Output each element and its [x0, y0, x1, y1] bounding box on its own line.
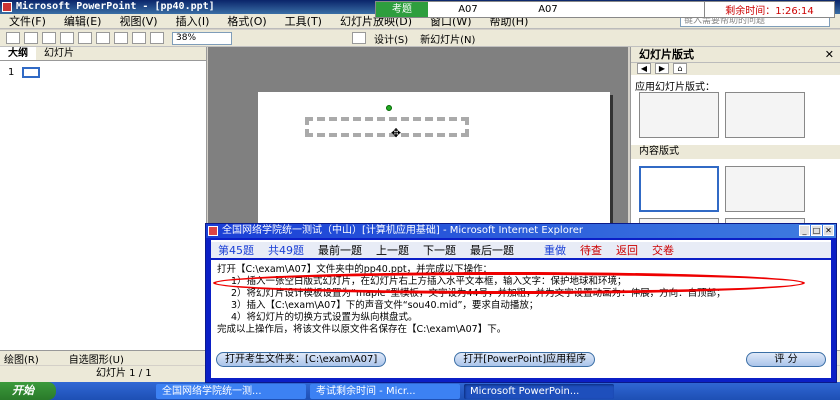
- save-icon[interactable]: [42, 32, 56, 44]
- maximize-icon[interactable]: □: [811, 225, 822, 236]
- menu-format[interactable]: 格式(O): [218, 13, 275, 29]
- menu-file[interactable]: 文件(F): [0, 13, 55, 29]
- tab-slides[interactable]: 幻灯片: [36, 47, 82, 60]
- minimize-icon[interactable]: _: [799, 225, 810, 236]
- question-nav: 第45题 共49题 最前一题 上一题 下一题 最后一题 重做 待查 返回 交卷: [211, 240, 831, 258]
- design-button[interactable]: 设计(S): [374, 31, 408, 46]
- draw-menu[interactable]: 绘图(R): [4, 351, 39, 366]
- highlight-ellipse: [213, 272, 805, 294]
- exam-info-bar: 考题 A07 A07 剩余时间：1:26:14: [375, 1, 835, 18]
- forward-icon[interactable]: ▶: [655, 63, 669, 74]
- back-button[interactable]: 返回: [609, 242, 645, 258]
- taskbar: 开始 全国网络学院统一测... 考试剩余时间 - Micr... Microso…: [0, 382, 840, 400]
- move-cursor-icon: ✥: [391, 126, 402, 140]
- first-question-button[interactable]: 最前一题: [311, 242, 369, 258]
- layout-option[interactable]: [639, 92, 719, 138]
- task-4: 4）将幻灯片的切换方式设置为纵向棋盘式。: [231, 312, 418, 323]
- powerpoint-icon: [2, 2, 12, 12]
- exam-id-2: A07: [538, 4, 558, 15]
- redo-button[interactable]: 重做: [537, 242, 573, 258]
- prev-question-button[interactable]: 上一题: [369, 242, 416, 258]
- undo-icon[interactable]: [114, 32, 128, 44]
- next-question-button[interactable]: 下一题: [416, 242, 463, 258]
- help-icon[interactable]: [352, 32, 366, 44]
- content-layout-header: 内容版式: [631, 145, 840, 159]
- question-current: 第45题: [218, 244, 254, 257]
- open-app-button[interactable]: 打开[PowerPoint]应用程序: [454, 352, 596, 367]
- menu-view[interactable]: 视图(V): [110, 13, 166, 29]
- last-question-button[interactable]: 最后一题: [463, 242, 521, 258]
- submit-exam-button[interactable]: 交卷: [645, 242, 681, 258]
- home-icon[interactable]: ⌂: [673, 63, 687, 74]
- layout-option[interactable]: [725, 166, 805, 212]
- remaining-time: 剩余时间：1:26:14: [704, 2, 834, 17]
- selected-textbox[interactable]: [305, 117, 469, 137]
- paste-icon[interactable]: [96, 32, 110, 44]
- menu-tools[interactable]: 工具(T): [276, 13, 331, 29]
- open-folder-button[interactable]: 打开考生文件夹：[C:\exam\A07]: [216, 352, 387, 367]
- outline-slides-panel: 大纲 幻灯片 1: [0, 47, 207, 350]
- slide-thumbnail[interactable]: [22, 67, 40, 78]
- autoshape-menu[interactable]: 自选图形(U): [69, 351, 124, 366]
- chart-icon[interactable]: [132, 32, 146, 44]
- ie-title: 全国网络学院统一测试（中山）[计算机应用基础] - Microsoft Inte…: [222, 225, 583, 236]
- apply-layout-label: 应用幻灯片版式：: [635, 82, 715, 93]
- print-icon[interactable]: [60, 32, 74, 44]
- table-icon[interactable]: [150, 32, 164, 44]
- exam-browser-window: 全国网络学院统一测试（中山）[计算机应用基础] - Microsoft Inte…: [205, 223, 837, 383]
- menu-insert[interactable]: 插入(I): [167, 13, 219, 29]
- zoom-select[interactable]: 38%: [172, 31, 232, 45]
- rotate-handle[interactable]: [386, 105, 392, 111]
- score-button[interactable]: 评 分: [746, 352, 826, 367]
- task-powerpoint[interactable]: Microsoft PowerPoin...: [464, 383, 614, 399]
- pane-title: 幻灯片版式: [631, 47, 840, 63]
- task-timer[interactable]: 考试剩余时间 - Micr...: [310, 383, 460, 399]
- start-button[interactable]: 开始: [0, 382, 56, 400]
- close-icon[interactable]: ✕: [823, 225, 834, 236]
- layout-option[interactable]: [725, 92, 805, 138]
- task-ie[interactable]: 全国网络学院统一测...: [156, 383, 306, 399]
- standard-toolbar: 38% 设计(S) 新幻灯片(N): [0, 30, 840, 47]
- window-title: Microsoft PowerPoint - [pp40.ppt]: [16, 1, 215, 12]
- copy-icon[interactable]: [78, 32, 92, 44]
- task-3: 3）插入【C:\exam\A07】下的声音文件“sou40.mid”，要求自动播…: [231, 300, 539, 311]
- open-icon[interactable]: [24, 32, 38, 44]
- close-icon[interactable]: ✕: [825, 48, 834, 61]
- exam-id-1: A07: [458, 4, 478, 15]
- tab-outline[interactable]: 大纲: [0, 47, 36, 60]
- new-slide-button[interactable]: 新幻灯片(N): [420, 31, 475, 46]
- exam-label: 考题: [376, 2, 428, 17]
- pending-button[interactable]: 待查: [573, 242, 609, 258]
- question-outro: 完成以上操作后，将该文件以原文件名保存在【C:\exam\A07】下。: [217, 324, 507, 335]
- slide-number: 1: [8, 67, 15, 78]
- layout-blank[interactable]: [639, 166, 719, 212]
- new-icon[interactable]: [6, 32, 20, 44]
- ie-titlebar: 全国网络学院统一测试（中山）[计算机应用基础] - Microsoft Inte…: [206, 224, 836, 238]
- question-total: 共49题: [268, 244, 304, 257]
- back-icon[interactable]: ◀: [637, 63, 651, 74]
- menu-edit[interactable]: 编辑(E): [55, 13, 111, 29]
- ie-icon: [208, 226, 218, 236]
